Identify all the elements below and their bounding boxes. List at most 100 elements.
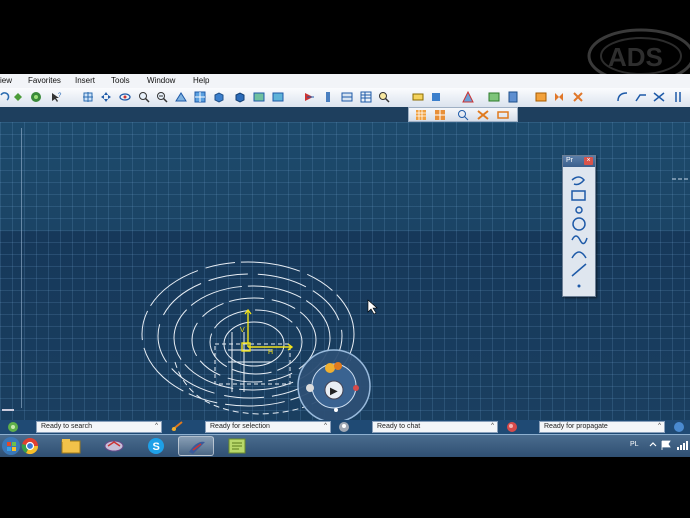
skype-icon: S (148, 438, 164, 454)
tray-network-icon[interactable] (676, 439, 688, 451)
taskbar-app[interactable] (96, 436, 132, 456)
menu-tools[interactable]: Tools (111, 76, 130, 85)
search-icon[interactable] (378, 91, 390, 103)
chat-status-expand[interactable]: ^ (491, 423, 494, 429)
pan-icon[interactable] (100, 91, 112, 103)
tray-language-indicator[interactable]: PL (630, 441, 639, 448)
zoom-out-icon[interactable] (156, 91, 168, 103)
palette-titlebar[interactable]: Pr × (563, 156, 595, 167)
tray-expand-icon[interactable] (648, 440, 658, 450)
whats-this-icon[interactable]: ? (50, 91, 62, 103)
menu-help[interactable]: Help (193, 76, 209, 85)
axis-icon (577, 284, 581, 288)
menu-insert[interactable]: Insert (75, 76, 95, 85)
normal-view-icon[interactable] (175, 91, 187, 103)
iso-view-icon[interactable] (213, 91, 225, 103)
selection-icon[interactable] (170, 420, 184, 434)
context-compass[interactable]: ▶ (297, 349, 371, 420)
geometric-constraints-icon[interactable] (477, 109, 489, 121)
compass-play-icon: ▶ (330, 386, 338, 397)
chat-icon[interactable] (337, 420, 351, 434)
propagate-icon[interactable] (505, 420, 519, 434)
svg-text:ADS: ADS (608, 42, 663, 72)
app-icon (104, 440, 124, 452)
trim-icon[interactable] (535, 91, 547, 103)
snap-to-point-icon[interactable] (412, 91, 424, 103)
canvas-left-guide (21, 128, 22, 408)
construction-elements-icon[interactable] (457, 109, 469, 121)
rotate-icon[interactable] (119, 91, 131, 103)
menu-favorites[interactable]: Favorites (28, 76, 61, 85)
selection-status-field[interactable]: Ready for selection ^ (205, 421, 331, 433)
grid-icon[interactable] (415, 109, 427, 121)
snap-grid-icon[interactable] (434, 109, 446, 121)
search-status-expand[interactable]: ^ (155, 423, 158, 429)
menu-window[interactable]: Window (147, 76, 175, 85)
sketch-tools-toolbar (408, 107, 518, 122)
taskbar-skype[interactable]: S (138, 436, 174, 456)
exit-workbench-icon[interactable] (303, 91, 315, 103)
fit-all-icon[interactable] (12, 91, 24, 103)
hide-show-icon[interactable] (30, 91, 42, 103)
chat-status-text: Ready to chat (377, 423, 421, 430)
undo-icon[interactable] (0, 91, 10, 103)
propagate-status-field[interactable]: Ready for propagate ^ (539, 421, 665, 433)
network-status-icon[interactable] (672, 420, 686, 434)
profile-toolbar-palette: Pr × (562, 155, 596, 297)
search-globe-icon[interactable] (6, 420, 20, 434)
main-toolbar: ? (0, 88, 690, 108)
dimensional-constraint-icon[interactable] (488, 91, 500, 103)
rectangle-icon (571, 190, 586, 201)
status-bar: Ready to search ^ Ready for selection ^ … (0, 420, 690, 434)
selection-status-text: Ready for selection (210, 423, 270, 430)
palette-close-button[interactable]: × (584, 157, 593, 165)
line-icon (571, 263, 587, 277)
search-status-text: Ready to search (41, 423, 92, 430)
zoom-in-icon[interactable] (138, 91, 150, 103)
sketch-analysis-icon[interactable] (322, 91, 334, 103)
catia-icon (189, 441, 205, 454)
sketch-circle-4 (191, 297, 317, 383)
quick-trim-icon[interactable] (673, 91, 685, 103)
mirror-icon[interactable] (553, 91, 565, 103)
windows-taskbar: S PL (0, 434, 690, 457)
sketch-table-icon[interactable] (360, 91, 372, 103)
explorer-icon (61, 439, 81, 454)
fit-all-in-icon[interactable] (82, 91, 94, 103)
menu-bar: iew Favorites Insert Tools Window Help (0, 74, 690, 89)
circle-icon (572, 217, 586, 231)
swap-visible-icon[interactable] (272, 91, 284, 103)
project-3d-icon[interactable] (572, 91, 584, 103)
hide-icon[interactable] (253, 91, 265, 103)
taskbar-chrome[interactable] (12, 436, 48, 456)
spline-icon (571, 235, 588, 245)
mouse-cursor-icon (367, 299, 378, 315)
selection-status-expand[interactable]: ^ (324, 423, 327, 429)
chat-status-field[interactable]: Ready to chat ^ (372, 421, 498, 433)
multi-view-icon[interactable] (194, 91, 206, 103)
palette-title: Pr (566, 157, 573, 164)
construction-icon[interactable] (430, 91, 442, 103)
palette-tools (571, 176, 588, 288)
break-icon[interactable] (653, 91, 665, 103)
corner-icon[interactable] (617, 91, 629, 103)
chamfer-icon[interactable] (635, 91, 647, 103)
propagate-status-text: Ready for propagate (544, 423, 608, 430)
constraint-icon[interactable] (462, 91, 474, 103)
taskbar-explorer[interactable] (53, 436, 89, 456)
svg-text:S: S (153, 441, 160, 453)
dimensional-constraints-icon[interactable] (497, 109, 509, 121)
menu-view[interactable]: iew (0, 76, 12, 85)
shading-icon[interactable] (234, 91, 246, 103)
search-status-field[interactable]: Ready to search ^ (36, 421, 162, 433)
h-axis-label: H (268, 349, 273, 356)
secondary-toolbar-row (0, 107, 690, 122)
propagate-status-expand[interactable]: ^ (658, 423, 661, 429)
geometric-constraint-icon[interactable] (507, 91, 519, 103)
svg-text:?: ? (58, 93, 62, 99)
taskbar-catia[interactable] (178, 436, 214, 456)
chrome-icon (21, 438, 39, 455)
taskbar-notes[interactable] (219, 436, 255, 456)
tray-flag-icon[interactable] (660, 439, 672, 451)
cut-part-icon[interactable] (341, 91, 353, 103)
